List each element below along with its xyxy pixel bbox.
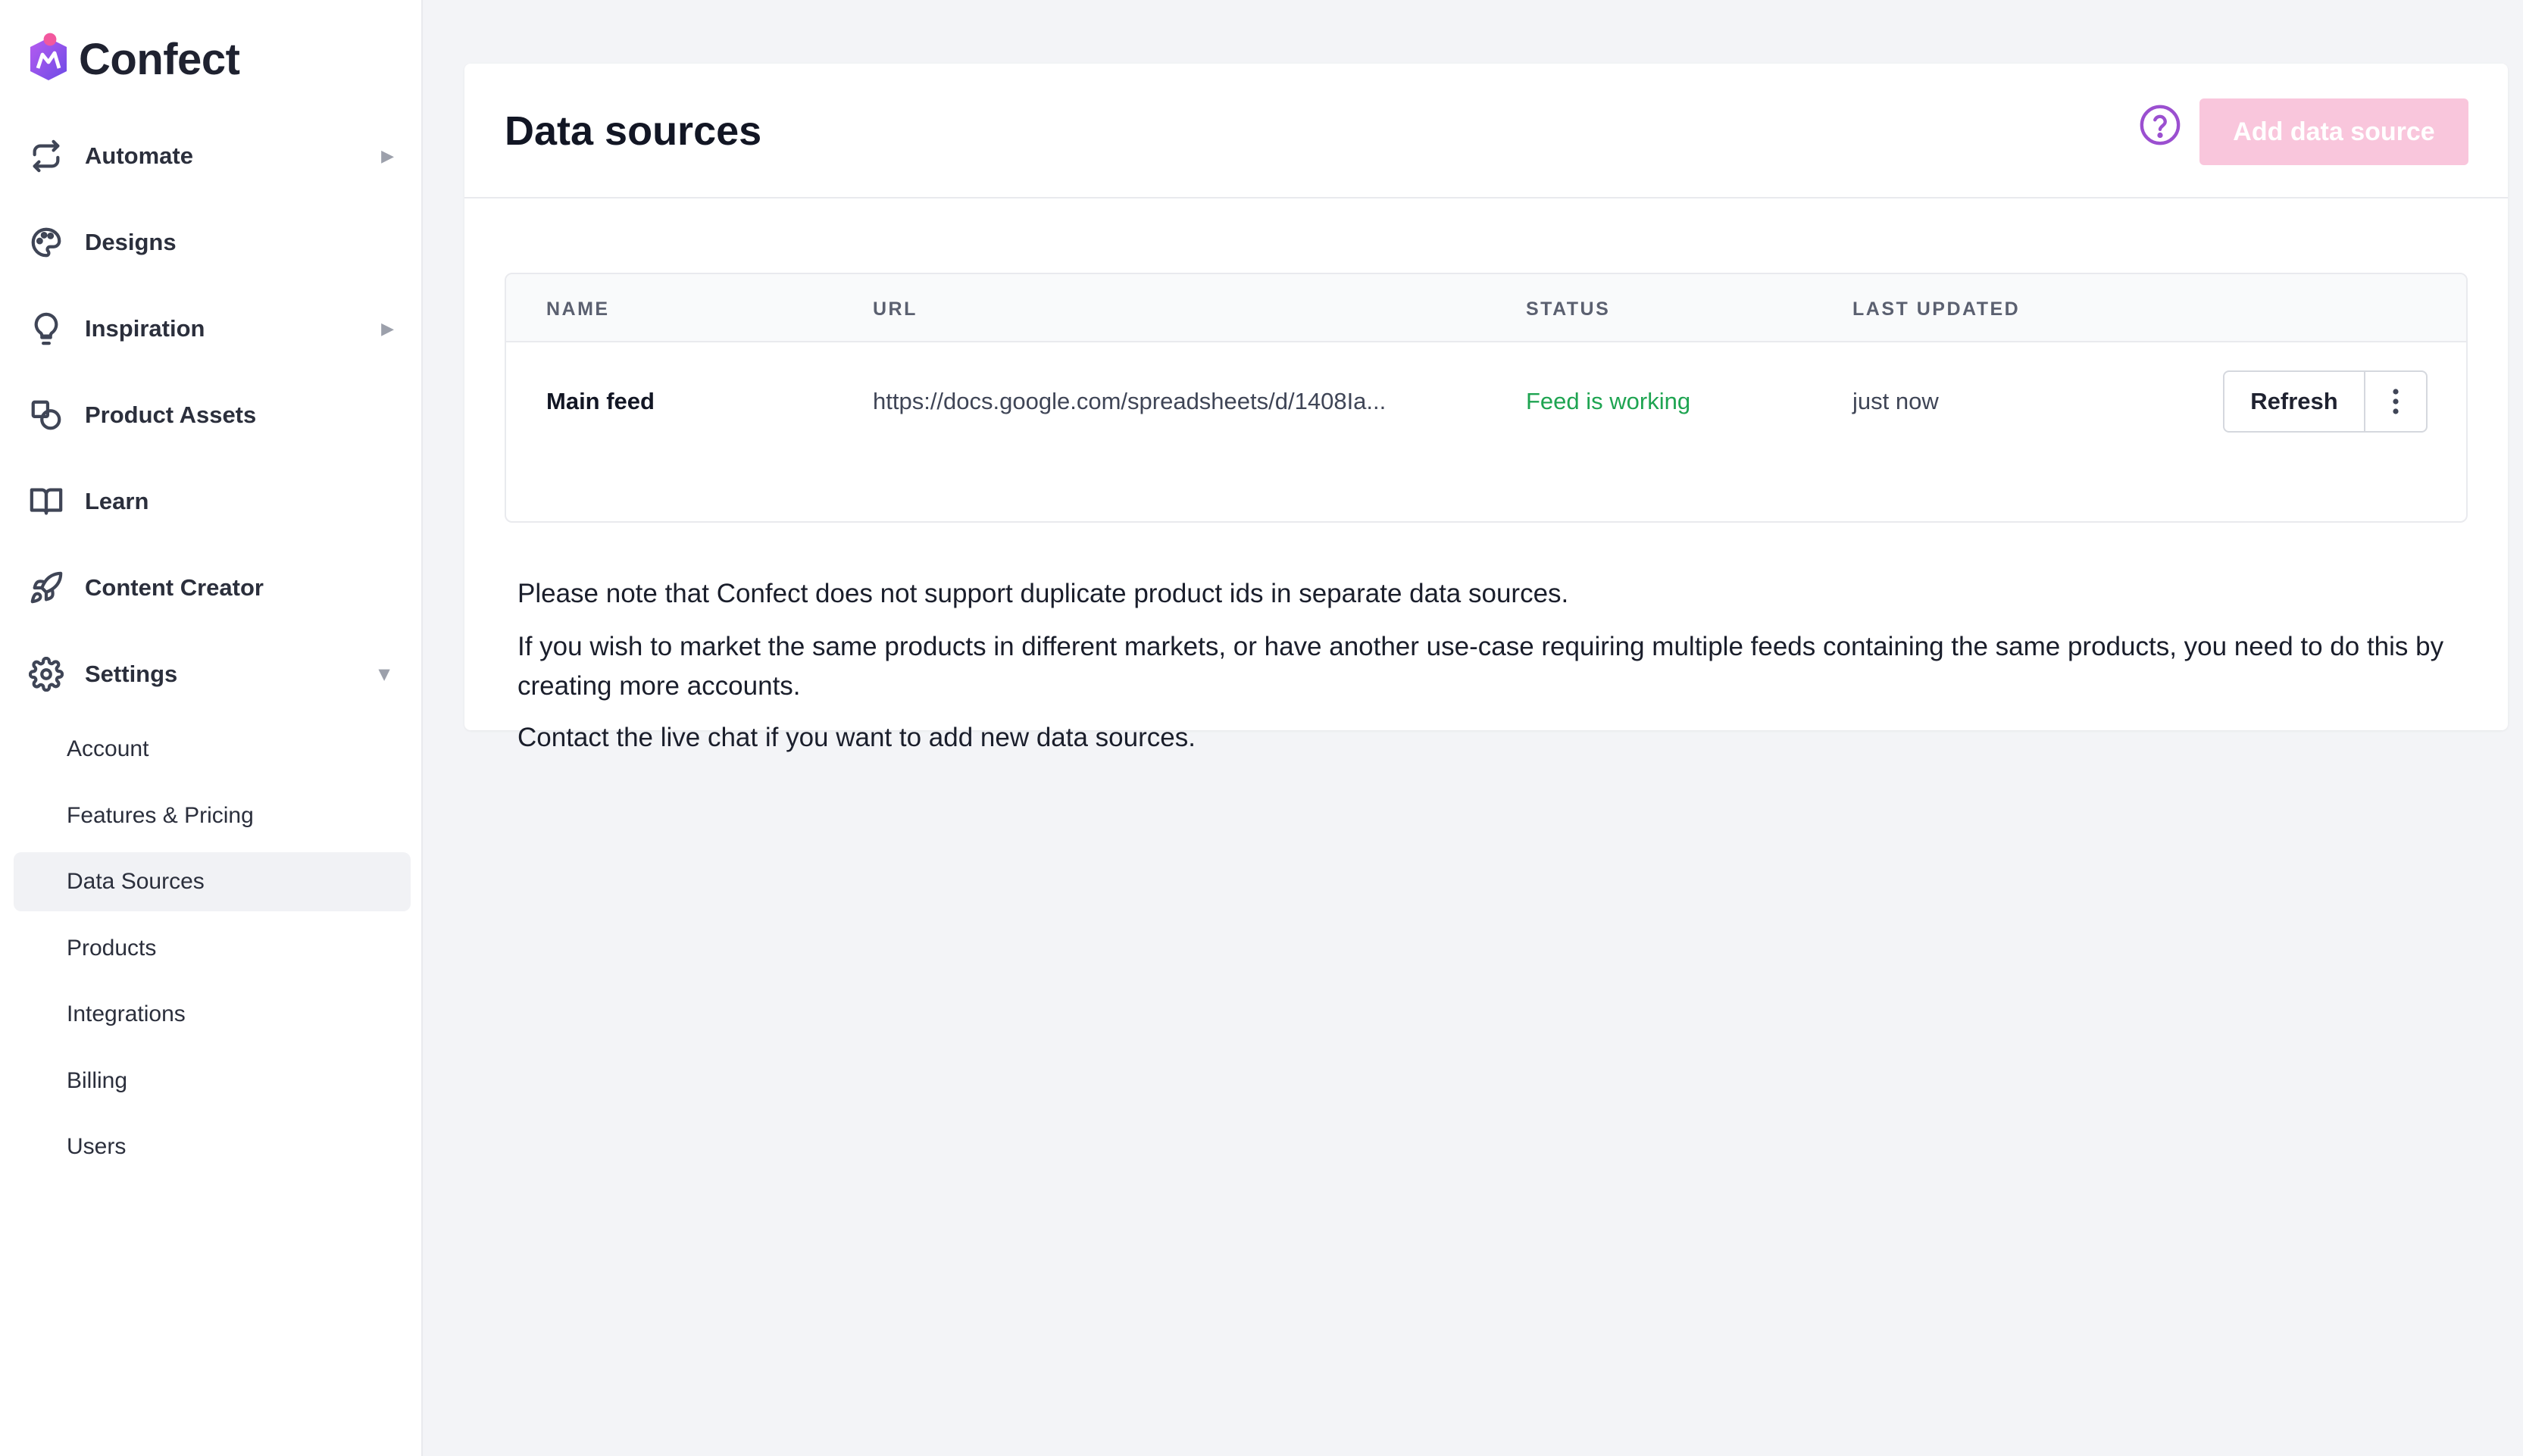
data-sources-table: NAME URL STATUS LAST UPDATED Main feed h… [505, 273, 2468, 523]
sidebar-subitem-billing[interactable]: Billing [14, 1051, 411, 1111]
column-header-name: NAME [546, 298, 610, 320]
sidebar-subitem-integrations[interactable]: Integrations [14, 985, 411, 1044]
more-options-button[interactable] [2365, 372, 2426, 431]
sidebar-item-label: Content Creator [85, 574, 264, 601]
note-duplicate-ids: Please note that Confect does not suppor… [517, 579, 1569, 608]
vertical-dots-icon [2393, 389, 2399, 414]
column-header-last-updated: LAST UPDATED [1852, 298, 2021, 320]
sidebar-subitem-account[interactable]: Account [14, 720, 411, 779]
column-header-status: STATUS [1526, 298, 1611, 320]
sidebar-item-designs[interactable]: Designs [0, 212, 423, 273]
gear-icon [27, 655, 65, 693]
sidebar-item-content-creator[interactable]: Content Creator [0, 558, 423, 618]
sidebar-item-product-assets[interactable]: Product Assets [0, 385, 423, 445]
add-data-source-button[interactable]: Add data source [2199, 98, 2468, 165]
sidebar-item-label: Settings [85, 661, 178, 687]
confect-logo-icon [30, 33, 67, 80]
sidebar-item-label: Designs [85, 229, 177, 255]
sidebar: Confect Automate ▶ Designs Inspiration ▶… [0, 0, 423, 1456]
cell-name: Main feed [546, 388, 655, 414]
question-circle-icon[interactable] [2138, 103, 2182, 147]
sidebar-item-label: Learn [85, 488, 149, 514]
chevron-right-icon: ▶ [381, 319, 394, 338]
sidebar-subitem-features-pricing[interactable]: Features & Pricing [14, 786, 411, 845]
row-actions: Refresh [2223, 370, 2428, 433]
rocket-icon [27, 569, 65, 607]
cell-url: https://docs.google.com/spreadsheets/d/1… [873, 388, 1387, 414]
sidebar-item-automate[interactable]: Automate ▶ [0, 126, 423, 186]
page-title: Data sources [505, 108, 762, 154]
palette-icon [27, 223, 65, 261]
sidebar-subitem-data-sources[interactable]: Data Sources [14, 852, 411, 911]
repeat-icon [27, 137, 65, 175]
data-sources-card: Data sources Add data source NAME URL ST… [464, 64, 2508, 752]
lightbulb-icon [27, 310, 65, 348]
confect-logo[interactable]: Confect [24, 29, 240, 89]
note-contact-live-chat: Contact the live chat if you want to add… [517, 723, 1196, 752]
sidebar-item-label: Automate [85, 142, 193, 169]
sidebar-item-inspiration[interactable]: Inspiration ▶ [0, 298, 423, 359]
table-header: NAME URL STATUS LAST UPDATED [506, 274, 2466, 342]
sidebar-item-label: Inspiration [85, 315, 205, 342]
card-header: Data sources Add data source [464, 64, 2508, 198]
sidebar-subitem-products[interactable]: Products [14, 919, 411, 978]
sidebar-item-label: Product Assets [85, 401, 257, 428]
chevron-right-icon: ▶ [381, 146, 394, 165]
sidebar-item-settings[interactable]: Settings ▼ [0, 644, 423, 705]
book-icon [27, 483, 65, 520]
cell-status: Feed is working [1526, 388, 1691, 414]
chevron-down-icon: ▼ [374, 662, 394, 686]
column-header-url: URL [873, 298, 918, 320]
note-multiple-markets: If you wish to market the same products … [517, 632, 2444, 701]
app-name: Confect [79, 34, 240, 84]
sidebar-subitem-users[interactable]: Users [14, 1117, 411, 1176]
refresh-button[interactable]: Refresh [2224, 372, 2365, 431]
sidebar-item-learn[interactable]: Learn [0, 471, 423, 532]
shapes-icon [27, 396, 65, 434]
cell-last-updated: just now [1852, 388, 1939, 414]
